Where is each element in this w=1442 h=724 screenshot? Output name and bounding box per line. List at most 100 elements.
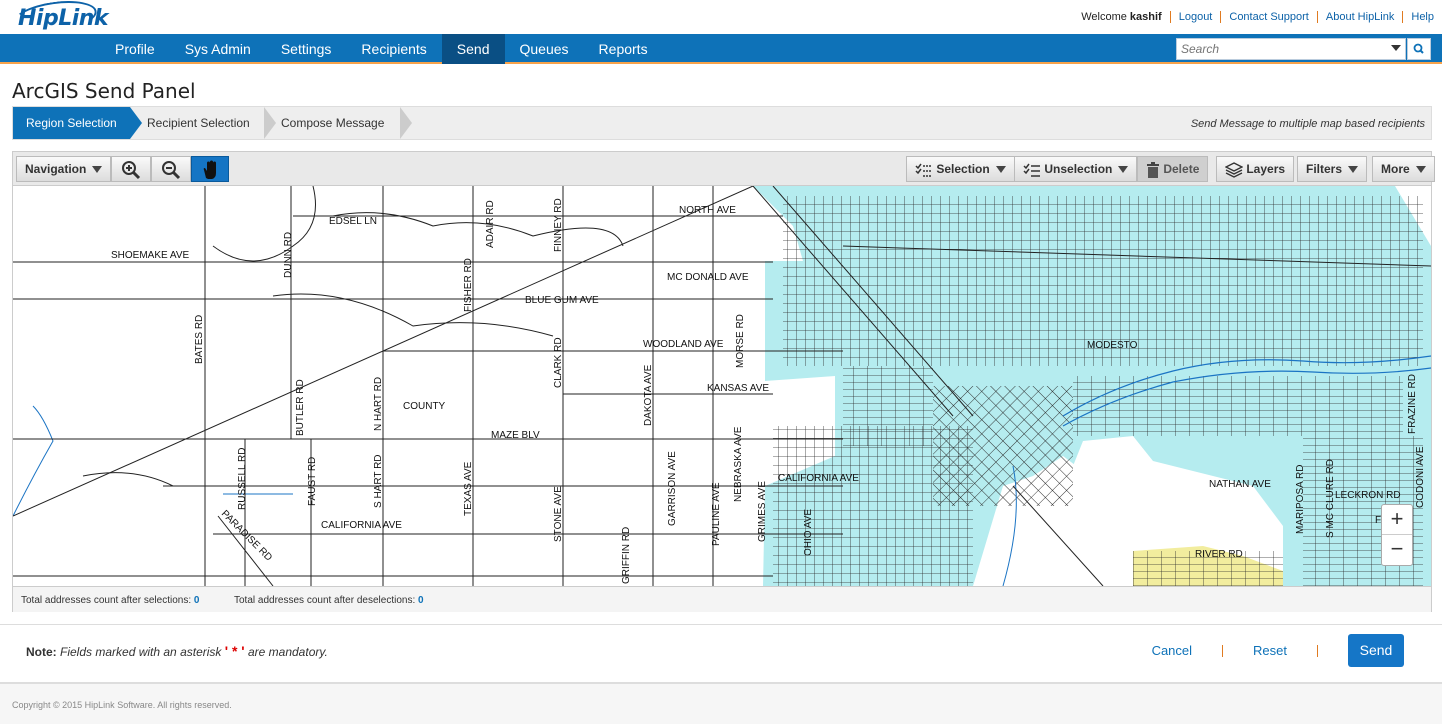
step-region-selection[interactable]: Region Selection [13, 107, 142, 139]
map-label: BATES RD [194, 315, 205, 364]
map-label: WOODLAND AVE [643, 339, 724, 350]
map-label: MC DONALD AVE [667, 272, 749, 283]
address-counts: Total addresses count after selections: … [13, 586, 1431, 612]
logout-link[interactable]: Logout [1179, 11, 1213, 23]
help-link[interactable]: Help [1411, 11, 1434, 23]
map-label: KANSAS AVE [707, 383, 769, 394]
map-label: GRIMES AVE [757, 481, 768, 542]
map-label: MAZE BLV [491, 430, 540, 441]
search-input[interactable] [1177, 39, 1377, 59]
map-label: STONE AVE [553, 486, 564, 542]
send-button[interactable]: Send [1348, 634, 1404, 667]
map-zoom-control: + − [1381, 504, 1413, 566]
nav-sys-admin[interactable]: Sys Admin [170, 34, 266, 64]
map-panel: Navigation Selection Unselection Delete … [12, 151, 1435, 612]
map-label: S MC CLURE RD [1325, 459, 1336, 538]
page-title: ArcGIS Send Panel [12, 79, 196, 103]
nav-settings[interactable]: Settings [266, 34, 347, 64]
nav-recipients[interactable]: Recipients [346, 34, 441, 64]
wizard-note: Send Message to multiple map based recip… [1190, 118, 1425, 130]
deselections-count: Total addresses count after deselections… [234, 595, 424, 606]
contact-support-link[interactable]: Contact Support [1229, 11, 1309, 23]
search-button[interactable] [1407, 38, 1431, 60]
street-map: EDSEL LN NORTH AVE SHOEMAKE AVE MC DONAL… [13, 186, 1431, 586]
wizard-steps: Region Selection Recipient Selection Com… [12, 106, 1432, 140]
map-zoom-in-button[interactable]: + [1382, 505, 1412, 535]
map-label: NATHAN AVE [1209, 479, 1271, 490]
reset-link[interactable]: Reset [1253, 643, 1287, 658]
map-label: CODONI AVE [1415, 446, 1426, 508]
map-label: FAUST RD [307, 457, 318, 506]
layers-icon [1224, 162, 1244, 178]
map-label: CALIFORNIA AVE [778, 473, 859, 484]
zoom-out-icon [162, 160, 181, 179]
map-label: N HART RD [373, 377, 384, 431]
arcgis-map[interactable]: EDSEL LN NORTH AVE SHOEMAKE AVE MC DONAL… [13, 186, 1431, 586]
map-label: DUNN RD [283, 232, 294, 278]
cancel-link[interactable]: Cancel [1152, 643, 1192, 658]
map-toolbar: Navigation Selection Unselection Delete … [13, 152, 1435, 186]
chevron-down-icon [1118, 166, 1129, 174]
map-label: CALIFORNIA AVE [321, 520, 402, 531]
nav-queues[interactable]: Queues [505, 34, 584, 64]
selection-dropdown[interactable]: Selection [906, 156, 1015, 182]
top-links: Welcome kashif Logout Contact Support Ab… [1081, 11, 1434, 23]
chevron-down-icon [1348, 166, 1359, 174]
navigation-dropdown[interactable]: Navigation [16, 156, 112, 182]
step-compose-message[interactable]: Compose Message [269, 107, 412, 139]
search-dropdown-icon[interactable] [1391, 45, 1401, 51]
map-label: CLARK RD [553, 337, 564, 388]
map-label: RUSSELL RD [237, 448, 248, 510]
map-label: MORSE RD [735, 314, 746, 368]
mandatory-note: Note: Fields marked with an asterisk ' *… [26, 643, 328, 659]
top-bar: HipLink Welcome kashif Logout Contact Su… [0, 0, 1442, 38]
map-label: NORTH AVE [679, 205, 736, 216]
map-label: ADAIR RD [485, 200, 496, 248]
map-label: OHIO AVE [803, 509, 814, 556]
delete-button[interactable]: Delete [1137, 156, 1209, 182]
trash-icon [1147, 161, 1159, 178]
footer: Copyright © 2015 HipLink Software. All r… [0, 682, 1442, 724]
map-label: NEBRASKA AVE [733, 426, 744, 502]
pan-button[interactable] [191, 156, 229, 182]
step-recipient-selection[interactable]: Recipient Selection [135, 107, 276, 139]
chevron-down-icon [995, 166, 1006, 174]
zoom-in-button[interactable] [111, 156, 151, 182]
layers-button[interactable]: Layers [1216, 156, 1295, 182]
unselection-icon [1023, 163, 1040, 177]
more-dropdown[interactable]: More [1372, 156, 1435, 182]
map-label: MARIPOSA RD [1295, 465, 1306, 534]
map-label: FINNEY RD [553, 198, 564, 252]
zoom-in-icon [122, 160, 141, 179]
map-label: COUNTY [403, 401, 446, 412]
map-label: FISHER RD [463, 258, 474, 312]
username: kashif [1129, 11, 1162, 23]
divider [0, 624, 1442, 625]
map-label: PAULINE AVE [711, 482, 722, 546]
map-zoom-out-button[interactable]: − [1382, 535, 1412, 565]
nav-reports[interactable]: Reports [584, 34, 663, 64]
unselection-dropdown[interactable]: Unselection [1014, 156, 1138, 182]
about-hiplink-link[interactable]: About HipLink [1326, 11, 1395, 23]
hand-icon [203, 160, 216, 179]
map-label: EDSEL LN [329, 216, 377, 227]
nav-send[interactable]: Send [441, 34, 505, 64]
map-label: BLUE GUM AVE [525, 295, 599, 306]
map-label: TEXAS AVE [463, 461, 474, 516]
chevron-down-icon [92, 166, 103, 174]
map-label: PARADISE RD [219, 508, 274, 563]
map-label: S HART RD [373, 454, 384, 508]
chevron-down-icon [1415, 166, 1426, 174]
zoom-out-button[interactable] [151, 156, 191, 182]
search-box [1176, 38, 1406, 60]
map-label: RIVER RD [1195, 549, 1243, 560]
map-label: BUTLER RD [295, 379, 306, 436]
hiplink-logo[interactable]: HipLink [18, 6, 109, 31]
map-label: FRAZINE RD [1407, 374, 1418, 434]
map-label: MODESTO [1087, 340, 1138, 351]
search-icon [1413, 43, 1424, 54]
nav-profile[interactable]: Profile [100, 34, 170, 64]
selections-count: Total addresses count after selections: … [21, 595, 200, 606]
filters-dropdown[interactable]: Filters [1297, 156, 1368, 182]
map-label: GRIFFIN RD [621, 527, 632, 584]
